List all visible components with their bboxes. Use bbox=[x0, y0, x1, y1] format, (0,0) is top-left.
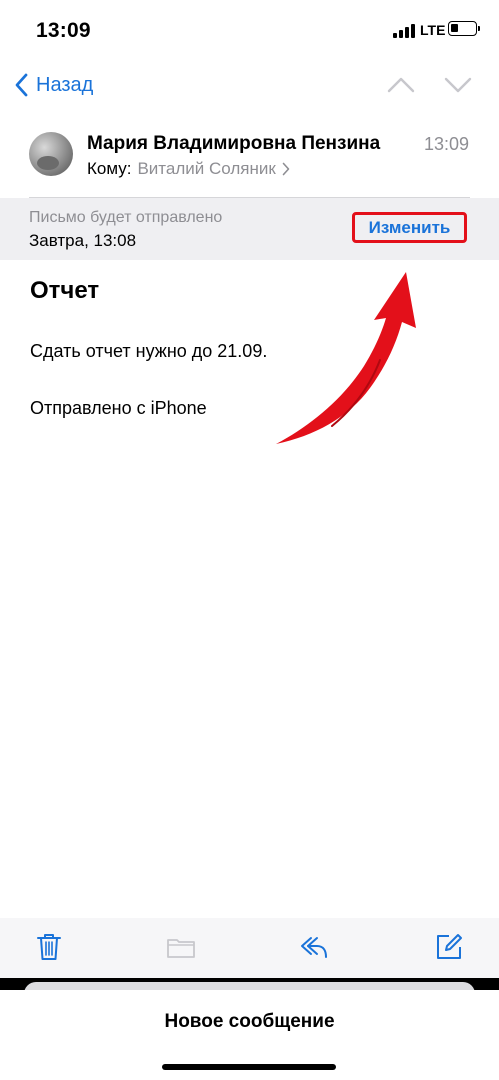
to-label: Кому: bbox=[87, 159, 132, 178]
chevron-down-icon[interactable] bbox=[443, 72, 473, 98]
new-message-title[interactable]: Новое сообщение bbox=[0, 1011, 499, 1033]
avatar[interactable] bbox=[29, 132, 73, 176]
status-time: 13:09 bbox=[36, 19, 91, 42]
sender-name[interactable]: Мария Владимировна Пензина bbox=[87, 133, 380, 155]
network-type: LTE bbox=[420, 22, 446, 38]
message-body: Сдать отчет нужно до 21.09. bbox=[30, 341, 268, 361]
folder-icon[interactable] bbox=[166, 932, 196, 962]
message-time: 13:09 bbox=[423, 134, 469, 154]
message-subject: Отчет bbox=[30, 277, 100, 304]
recipient-row[interactable]: Кому: Виталий Соляник bbox=[87, 159, 290, 179]
schedule-title: Письмо будет отправлено bbox=[29, 209, 223, 226]
schedule-date: Завтра, 13:08 bbox=[29, 231, 137, 250]
chevron-up-icon[interactable] bbox=[386, 72, 416, 98]
chevron-left-icon bbox=[15, 73, 28, 97]
reply-icon[interactable] bbox=[299, 932, 329, 962]
signal-icon bbox=[393, 24, 417, 38]
status-bar: 13:09 LTE bbox=[0, 0, 499, 62]
battery-cap bbox=[478, 26, 480, 31]
trash-icon[interactable] bbox=[34, 932, 64, 962]
home-indicator bbox=[162, 1064, 336, 1070]
recipient-name: Виталий Соляник bbox=[137, 159, 276, 178]
change-button[interactable]: Изменить bbox=[352, 212, 467, 243]
battery-icon bbox=[448, 21, 477, 36]
toolbar bbox=[0, 918, 499, 980]
schedule-banner: Письмо будет отправлено Завтра, 13:08 Из… bbox=[0, 198, 499, 260]
message-signature: Отправлено с iPhone bbox=[30, 398, 207, 418]
back-label: Назад bbox=[36, 73, 94, 96]
compose-icon[interactable] bbox=[434, 932, 464, 962]
chevron-right-icon bbox=[282, 162, 290, 176]
annotation-arrow-icon bbox=[276, 272, 416, 444]
message-header: Мария Владимировна Пензина 13:09 Кому: В… bbox=[0, 112, 499, 198]
back-button[interactable]: Назад bbox=[14, 70, 93, 100]
new-message-sheet[interactable]: Новое сообщение bbox=[0, 990, 499, 1080]
